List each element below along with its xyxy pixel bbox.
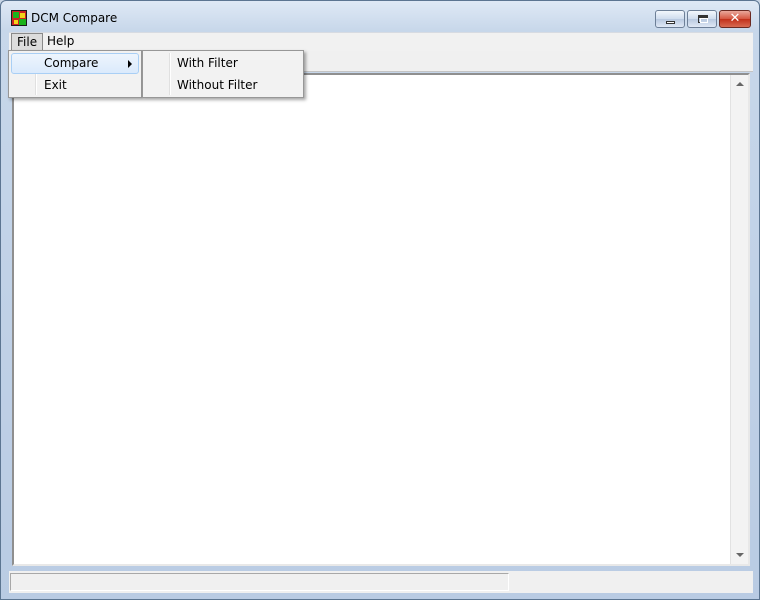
title-bar[interactable]: DCM Compare ✕	[1, 1, 759, 33]
menu-item-exit[interactable]: Exit	[11, 75, 139, 96]
scroll-down-arrow-icon[interactable]	[736, 553, 744, 557]
file-menu-dropdown: Compare Exit	[8, 50, 142, 98]
compare-results-area[interactable]	[12, 73, 750, 566]
window-title: DCM Compare	[31, 11, 118, 25]
status-bar	[9, 571, 753, 593]
close-icon: ✕	[729, 11, 741, 26]
scroll-up-arrow-icon[interactable]	[736, 82, 744, 86]
minimize-icon	[666, 21, 675, 24]
menu-item-without-filter-label: Without Filter	[177, 78, 258, 92]
menu-file[interactable]: File	[11, 33, 44, 51]
menu-item-compare-label: Compare	[44, 56, 99, 70]
maximize-button[interactable]	[687, 10, 717, 28]
menu-item-with-filter[interactable]: With Filter	[145, 53, 301, 74]
menu-item-compare[interactable]: Compare	[11, 53, 139, 74]
minimize-button[interactable]	[655, 10, 685, 28]
status-pane-secondary	[511, 573, 752, 591]
menu-item-exit-label: Exit	[44, 78, 67, 92]
status-pane-main	[10, 573, 509, 591]
menu-help[interactable]: Help	[42, 33, 79, 50]
vertical-scrollbar[interactable]	[730, 75, 748, 564]
app-icon[interactable]	[11, 10, 27, 26]
submenu-arrow-icon	[128, 60, 132, 68]
menu-item-without-filter[interactable]: Without Filter	[145, 75, 301, 96]
menu-bar: File Help	[9, 32, 753, 51]
compare-submenu: With Filter Without Filter	[142, 50, 304, 98]
menu-item-with-filter-label: With Filter	[177, 56, 238, 70]
close-button[interactable]: ✕	[719, 10, 751, 28]
maximize-icon	[698, 15, 708, 23]
